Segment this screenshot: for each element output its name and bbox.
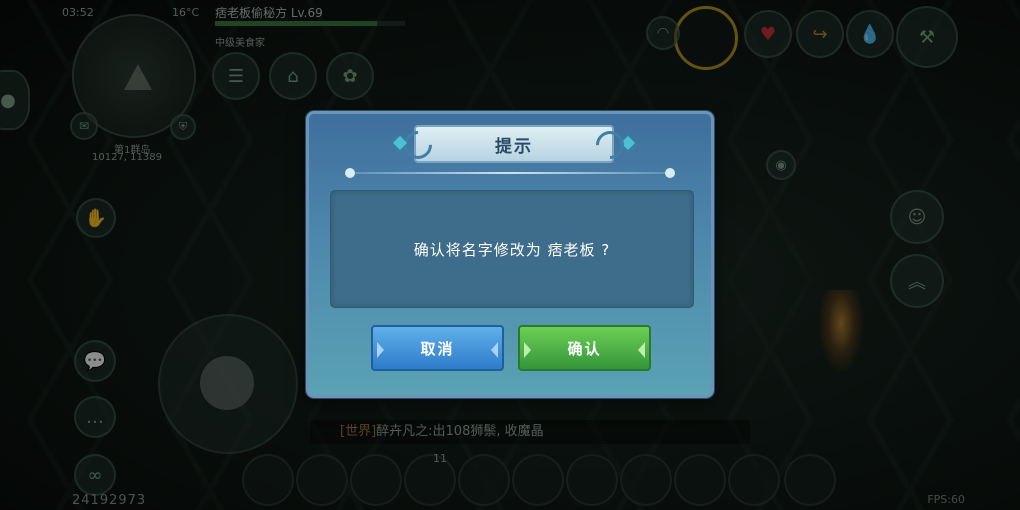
chevron-left-icon (377, 342, 384, 358)
confirm-dialog: 提示 确认将名字修改为 痞老板 ? 取消 确认 (306, 111, 714, 398)
confirm-button-label: 确认 (567, 339, 602, 358)
chevron-left-icon (524, 342, 531, 358)
dialog-divider (345, 168, 675, 178)
dialog-title-plate: 提示 (391, 125, 637, 165)
dialog-message-box: 确认将名字修改为 痞老板 ? (330, 190, 694, 308)
dialog-title: 提示 (495, 136, 533, 157)
divider-dot (665, 168, 675, 178)
confirm-button[interactable]: 确认 (518, 325, 651, 371)
divider-dot (345, 168, 355, 178)
dialog-message: 确认将名字修改为 痞老板 ? (413, 240, 611, 259)
chevron-right-icon (638, 342, 645, 358)
cancel-button[interactable]: 取消 (371, 325, 504, 371)
chevron-right-icon (491, 342, 498, 358)
ornament-swirl-icon (590, 125, 630, 165)
cancel-button-label: 取消 (420, 339, 455, 358)
